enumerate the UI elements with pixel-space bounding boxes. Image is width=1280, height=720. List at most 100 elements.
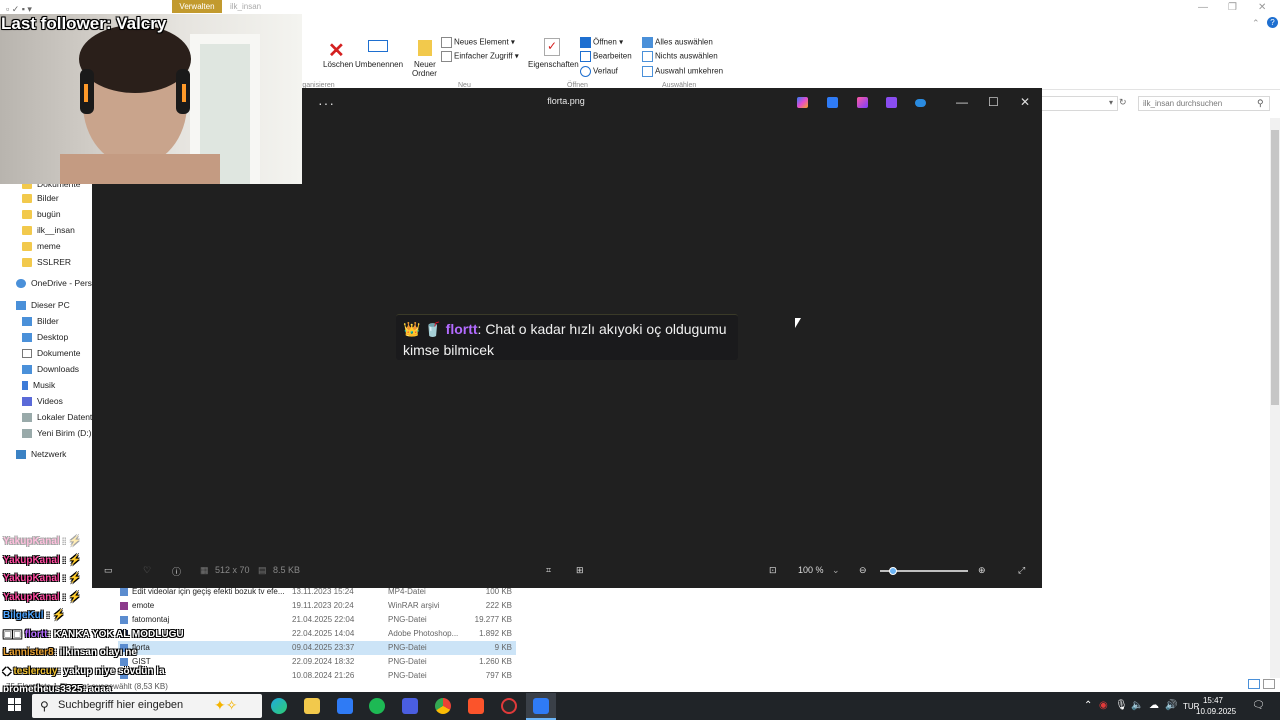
tray-chevron-icon[interactable]: ⌃ xyxy=(1084,700,1092,711)
chat-line: ▣▣ flortt: KANKA YOK AL MODLUGU xyxy=(3,629,184,640)
fit-window-icon[interactable]: ⊡ xyxy=(769,565,777,576)
image-dimensions: 512 x 70 xyxy=(215,565,250,575)
viewer-close-icon[interactable]: ✕ xyxy=(1020,95,1030,109)
edit-button[interactable]: Bearbeiten xyxy=(580,51,632,62)
rename-button[interactable]: Umbenennen xyxy=(355,60,403,69)
speaker-icon[interactable]: 🔊 xyxy=(1165,700,1177,711)
crown-icon: 👑 🥤 xyxy=(403,321,442,337)
chat-line: YakupKanal : ⚡ xyxy=(3,592,82,603)
clock[interactable]: 15:47 10.09.2025 xyxy=(1196,695,1237,717)
file-row[interactable]: GIST 22.09.2024 18:32 PNG-Datei 1.260 KB xyxy=(118,655,516,669)
obs-icon[interactable] xyxy=(501,698,517,714)
webcam-image xyxy=(60,25,260,184)
chevron-up-icon[interactable]: ⌃ xyxy=(1252,18,1260,29)
last-follower-label: Last follower: Valcry xyxy=(1,14,167,33)
close-icon[interactable]: ✕ xyxy=(1258,2,1266,13)
open-button[interactable]: Öffnen ▾ xyxy=(580,37,623,48)
easy-access-button[interactable]: Einfacher Zugriff ▾ xyxy=(441,51,519,62)
file-explorer-icon[interactable] xyxy=(304,698,320,714)
search-icon: ⚲ xyxy=(1257,98,1264,108)
address-dropdown-icon[interactable]: ▾ xyxy=(1109,98,1113,107)
image-filesize: 8.5 KB xyxy=(273,565,301,575)
sparkle-icon[interactable]: ✦✧ xyxy=(214,697,237,714)
help-icon[interactable]: ? xyxy=(1267,17,1278,28)
chat-message-image: 👑 🥤 flortt: Chat o kadar hızlı akıyoki o… xyxy=(396,314,738,360)
new-folder-label-2[interactable]: Ordner xyxy=(412,69,437,78)
invert-selection-button[interactable]: Auswahl umkehren xyxy=(642,66,723,77)
rename-icon xyxy=(368,40,388,52)
properties-button[interactable]: Eigenschaften xyxy=(528,60,579,69)
nav-item-network[interactable]: Netzwerk xyxy=(16,446,100,462)
details-view-icon[interactable] xyxy=(1248,679,1260,689)
file-row[interactable]: fatomontaj 21.04.2025 22:04 PNG-Datei 19.27… xyxy=(118,613,516,627)
new-element-button[interactable]: Neues Element ▾ xyxy=(441,37,515,48)
chrome-icon[interactable] xyxy=(435,698,451,714)
info-icon[interactable]: ⓘ xyxy=(172,565,181,578)
properties-icon: ✓ xyxy=(544,38,560,56)
volume-icon[interactable]: 🔈 xyxy=(1131,700,1143,711)
file-row[interactable]: emote 19.11.2023 20:24 WinRAR arşivi 222 KB xyxy=(118,599,516,613)
history-button[interactable]: Verlauf xyxy=(580,66,618,77)
photos-icon[interactable] xyxy=(533,698,549,714)
spotify-icon[interactable] xyxy=(369,698,385,714)
viewer-minimize-icon[interactable]: — xyxy=(956,95,968,109)
select-all-button[interactable]: Alles auswählen xyxy=(642,37,713,48)
filmstrip-icon[interactable]: ▭ xyxy=(104,565,113,576)
brave-icon[interactable] xyxy=(468,698,484,714)
file-row-selected[interactable]: florta 09.04.2025 23:37 PNG-Datei 9 KB xyxy=(118,641,516,655)
zoom-dropdown-icon[interactable]: ⌄ xyxy=(832,565,840,576)
refresh-icon[interactable]: ↻ xyxy=(1119,97,1127,108)
zoom-out-icon[interactable]: ⊖ xyxy=(859,565,867,576)
address-bar[interactable] xyxy=(1040,96,1118,111)
chat-line: YakupKanal : ⚡ xyxy=(3,573,82,584)
new-folder-label-1[interactable]: Neuer xyxy=(414,60,436,69)
onedrive-icon[interactable] xyxy=(915,99,926,107)
filesize-icon: ▤ xyxy=(258,565,267,575)
zoom-in-icon[interactable]: ⊕ xyxy=(978,565,986,576)
scrollbar-thumb[interactable] xyxy=(1271,130,1279,405)
copilot-icon[interactable] xyxy=(797,97,808,108)
crop-icon[interactable]: ⌗ xyxy=(546,565,551,576)
clipchamp-icon[interactable] xyxy=(886,97,897,108)
nav-item-dieser-pc[interactable]: Dieser PC xyxy=(16,297,100,313)
chat-line: BilgeKul : ⚡ xyxy=(3,610,65,621)
viewer-maximize-icon[interactable]: ☐ xyxy=(988,95,999,109)
file-row[interactable]: 10.08.2024 21:26 PNG-Datei 797 KB xyxy=(118,669,516,679)
mouse-cursor-icon xyxy=(795,318,801,328)
search-input[interactable]: ilk_insan durchsuchen xyxy=(1138,96,1270,111)
more-options-button[interactable]: ··· xyxy=(318,95,335,111)
draw-icon[interactable] xyxy=(857,97,868,108)
edit-image-icon[interactable] xyxy=(827,97,838,108)
window-path-title: ilk_insan xyxy=(230,2,262,11)
ocr-icon[interactable]: ⊞ xyxy=(576,565,584,576)
zoom-level[interactable]: 100 % xyxy=(798,565,824,575)
chat-line: YakupKanal : ⚡ xyxy=(3,536,82,547)
chat-line: YakupKanal : ⚡ xyxy=(3,555,82,566)
new-folder-icon xyxy=(418,40,432,56)
chat-line: ◆ teslercuy: yakup niye sövdün la xyxy=(3,666,165,677)
microphone-icon[interactable]: 🎙 xyxy=(1115,700,1128,711)
file-row[interactable]: Edit videolar için geçiş efekti bozuk tv… xyxy=(118,585,516,599)
viewer-title: florta.png xyxy=(547,96,585,106)
dimensions-icon: ▦ xyxy=(200,565,209,575)
nav-item-onedrive[interactable]: OneDrive - Persor xyxy=(16,275,100,291)
windows-start-icon[interactable] xyxy=(8,698,22,712)
webcam-overlay xyxy=(0,14,302,184)
fullscreen-icon[interactable]: ⤢ xyxy=(1018,565,1025,576)
store-icon[interactable] xyxy=(337,698,353,714)
delete-button[interactable]: Löschen xyxy=(323,60,353,69)
tiles-view-icon[interactable] xyxy=(1263,679,1275,689)
clock-time: 15:47 xyxy=(1202,696,1224,705)
clock-date: 10.09.2025 xyxy=(1196,707,1237,716)
search-icon: ⚲ xyxy=(40,699,49,713)
select-none-button[interactable]: Nichts auswählen xyxy=(642,51,718,62)
calculator-icon[interactable] xyxy=(402,698,418,714)
maximize-icon[interactable]: ❐ xyxy=(1228,2,1237,13)
tab-verwalten[interactable]: Verwalten xyxy=(172,0,222,13)
minimize-icon[interactable]: — xyxy=(1198,2,1208,13)
tray-obs-icon[interactable]: ◉ xyxy=(1099,700,1108,711)
network-icon[interactable]: ☁ xyxy=(1149,700,1159,711)
favorite-icon[interactable]: ♡ xyxy=(143,565,151,576)
notifications-icon[interactable]: 🗨 xyxy=(1252,700,1265,711)
edge-icon[interactable] xyxy=(271,698,287,714)
